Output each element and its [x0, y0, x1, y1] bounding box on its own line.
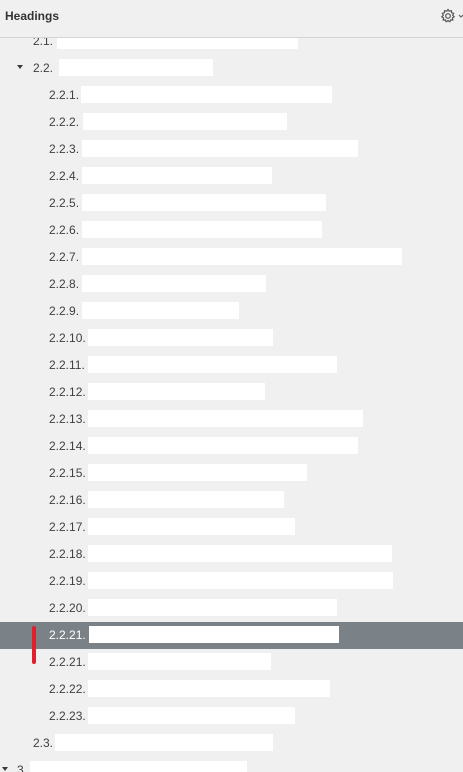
heading-number: 2.2.8. — [49, 277, 80, 291]
heading-number: 2.3. — [33, 736, 54, 750]
redacted-heading-text — [88, 518, 295, 535]
redacted-heading-text — [88, 437, 358, 454]
redacted-heading-text — [83, 113, 287, 130]
heading-number: 2.2.19. — [49, 574, 86, 588]
heading-number: 2.2.12. — [49, 385, 86, 399]
drag-insert-marker — [32, 626, 36, 664]
heading-number: 2.2.16. — [49, 493, 86, 507]
heading-number: 2.2.18. — [49, 547, 86, 561]
heading-item[interactable]: 2.2.14. — [0, 433, 463, 460]
heading-item[interactable]: 2.2.12. — [0, 379, 463, 406]
redacted-heading-text — [55, 734, 273, 751]
heading-item[interactable]: 2.2.22. — [0, 676, 463, 703]
heading-number: 2.2.1. — [49, 88, 80, 102]
redacted-heading-text — [82, 302, 239, 319]
heading-item[interactable]: 2.3. — [0, 730, 463, 757]
heading-item[interactable]: 2.2.10. — [0, 325, 463, 352]
heading-number: 2.2.7. — [49, 250, 80, 264]
heading-item[interactable]: 2.2.19. — [0, 568, 463, 595]
heading-number: 2.2.4. — [49, 169, 80, 183]
expand-toggle-icon[interactable] — [17, 65, 23, 69]
redacted-heading-text — [88, 653, 271, 670]
heading-item[interactable]: 2.2.8. — [0, 271, 463, 298]
redacted-heading-text — [88, 545, 392, 562]
heading-item[interactable]: 2.2.6. — [0, 217, 463, 244]
heading-number: 2.2.13. — [49, 412, 86, 426]
redacted-heading-text — [82, 248, 402, 265]
heading-number: 2.2.9. — [49, 304, 80, 318]
heading-item[interactable]: 2.2.16. — [0, 487, 463, 514]
heading-item[interactable]: 2.2.11. — [0, 352, 463, 379]
heading-number: 2.2.22. — [49, 682, 86, 696]
redacted-heading-text — [82, 194, 326, 211]
heading-number: 2.2. — [33, 61, 54, 75]
heading-item[interactable]: 2.2.4. — [0, 163, 463, 190]
redacted-heading-text — [82, 275, 266, 292]
heading-item[interactable]: 2.2.13. — [0, 406, 463, 433]
redacted-heading-text — [82, 140, 358, 157]
redacted-heading-text — [59, 59, 213, 76]
heading-number: 2.2.5. — [49, 196, 80, 210]
heading-number: 2.2.23. — [49, 709, 86, 723]
heading-item[interactable]: 2.2.1. — [0, 82, 463, 109]
redacted-heading-text — [88, 383, 265, 400]
heading-item[interactable]: 3. — [0, 757, 463, 772]
redacted-heading-text — [88, 329, 273, 346]
heading-item[interactable]: 2.2.23. — [0, 703, 463, 730]
heading-number: 2.2.3. — [49, 142, 80, 156]
redacted-heading-text — [30, 761, 247, 772]
heading-item[interactable]: 2.2.5. — [0, 190, 463, 217]
heading-item[interactable]: 2.2.21. — [0, 649, 463, 676]
redacted-heading-text — [88, 572, 393, 589]
heading-number: 2.1. — [33, 38, 54, 48]
heading-item[interactable]: 2.2.15. — [0, 460, 463, 487]
heading-item[interactable]: 2.1. — [0, 38, 463, 55]
heading-item[interactable]: 2.2.2. — [0, 109, 463, 136]
headings-tree: 2.1. 2.2. 2.2.1. 2.2.2. 2.2.3. 2.2.4. 2.2.5. 2.… — [0, 38, 463, 772]
heading-number: 2.2.21. — [49, 628, 86, 642]
redacted-heading-text — [88, 410, 363, 427]
redacted-heading-text — [82, 221, 322, 238]
heading-number: 2.2.6. — [49, 223, 80, 237]
heading-item[interactable]: 2.2.3. — [0, 136, 463, 163]
heading-number: 2.2.14. — [49, 439, 86, 453]
redacted-heading-text — [81, 86, 332, 103]
heading-number: 2.2.11. — [49, 358, 85, 372]
heading-number: 2.2.2. — [49, 115, 80, 129]
redacted-heading-text — [88, 599, 337, 616]
heading-item[interactable]: 2.2.17. — [0, 514, 463, 541]
heading-number: 2.2.20. — [49, 601, 86, 615]
redacted-heading-text — [88, 680, 330, 697]
heading-item[interactable]: 2.2.20. — [0, 595, 463, 622]
heading-number: 2.2.15. — [49, 466, 86, 480]
heading-item[interactable]: 2.2.21. — [0, 622, 463, 649]
heading-item[interactable]: 2.2.7. — [0, 244, 463, 271]
redacted-heading-text — [57, 38, 298, 49]
heading-item[interactable]: 2.2.18. — [0, 541, 463, 568]
heading-item[interactable]: 2.2.9. — [0, 298, 463, 325]
redacted-heading-text — [88, 356, 337, 373]
redacted-heading-text — [88, 464, 307, 481]
heading-item[interactable]: 2.2. — [0, 55, 463, 82]
expand-toggle-icon[interactable] — [2, 767, 8, 771]
gear-icon[interactable] — [440, 8, 463, 26]
heading-number: 3. — [17, 763, 28, 772]
redacted-heading-text — [82, 167, 272, 184]
heading-number: 2.2.10. — [49, 331, 86, 345]
panel-title: Headings — [5, 9, 60, 23]
redacted-heading-text — [88, 707, 295, 724]
redacted-heading-text — [88, 491, 284, 508]
heading-number: 2.2.21. — [49, 655, 86, 669]
redacted-heading-text — [89, 626, 339, 643]
headings-panel-header: Headings — [0, 0, 463, 38]
heading-number: 2.2.17. — [49, 520, 86, 534]
